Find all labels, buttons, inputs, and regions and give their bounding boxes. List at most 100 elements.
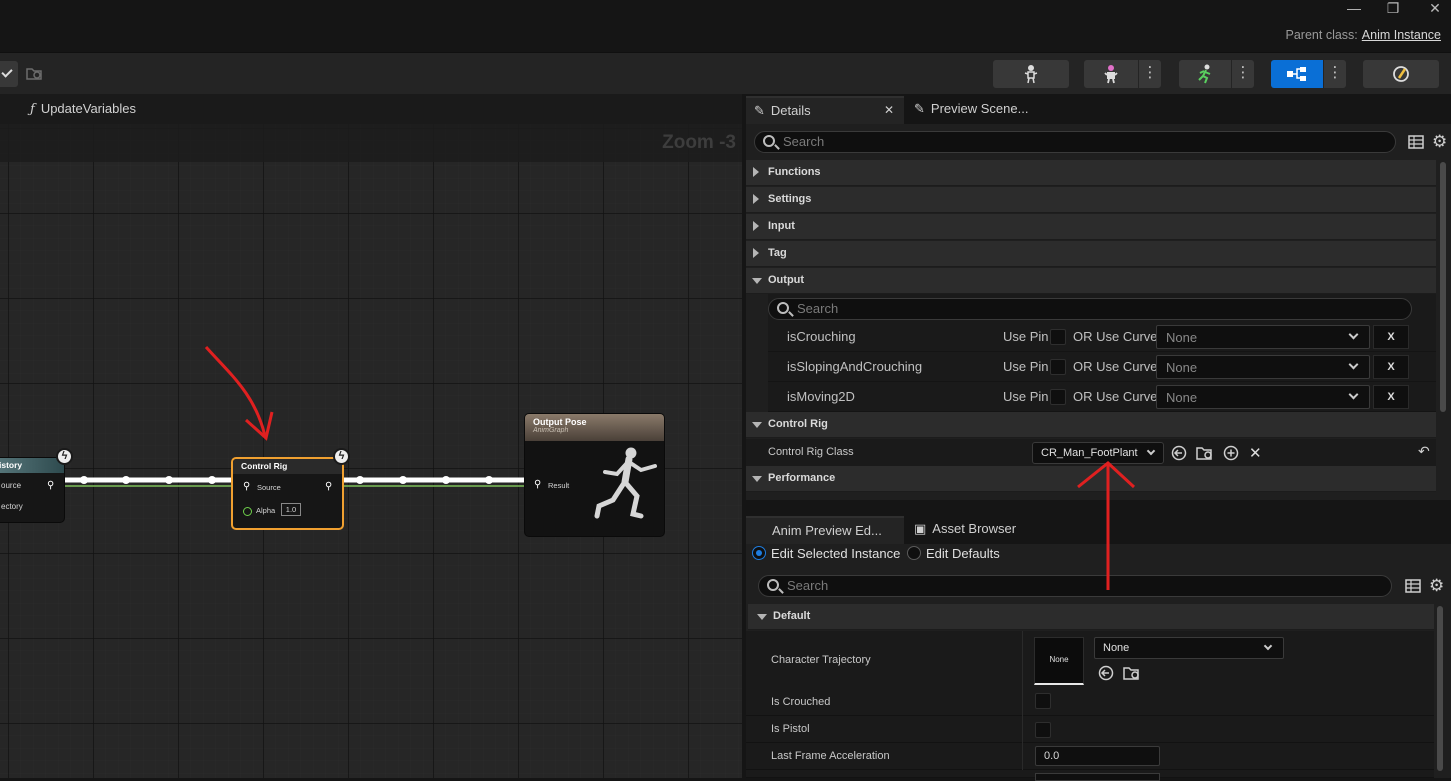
search-icon — [767, 579, 779, 591]
clear-curve-button[interactable]: X — [1373, 355, 1409, 379]
table-view-icon[interactable] — [1408, 134, 1424, 155]
edit-selected-instance-radio[interactable] — [752, 546, 766, 560]
category-output-label: Output — [768, 274, 805, 286]
preview-scrollbar[interactable] — [1437, 606, 1443, 771]
edit-selected-instance-label[interactable]: Edit Selected Instance — [771, 546, 900, 561]
tab-anim-preview[interactable]: Anim Preview Ed... — [746, 516, 904, 544]
parent-class-link[interactable]: Anim Instance — [1362, 28, 1441, 42]
category-functions[interactable]: Functions — [746, 160, 1436, 186]
close-tab-icon[interactable]: ✕ — [884, 103, 894, 117]
mesh-button[interactable] — [1084, 60, 1138, 88]
edit-defaults-label[interactable]: Edit Defaults — [926, 546, 1000, 561]
is-pistol-checkbox[interactable] — [1035, 722, 1051, 738]
source-pin-icon[interactable]: ⚲ — [243, 481, 250, 492]
use-pin-checkbox[interactable] — [1050, 389, 1066, 405]
details-scrollbar[interactable] — [1440, 162, 1446, 412]
last-frame-acceleration-input[interactable]: 0.0 — [1035, 746, 1160, 766]
asset-browser-icon: ▣ — [914, 521, 927, 536]
title-bar: — ❐ ✕ Parent class: Anim Instance — [0, 0, 1451, 52]
details-search-input[interactable]: Search — [754, 131, 1396, 153]
category-tag[interactable]: Tag — [746, 241, 1436, 267]
output-row-is-sloping-and-crouching: isSlopingAndCrouching Use Pin OR Use Cur… — [768, 352, 1436, 382]
reset-to-default-icon[interactable]: ↶ — [1418, 443, 1430, 460]
blueprint-more-button[interactable]: ⋮ — [1324, 60, 1346, 88]
output-pin-icon[interactable]: ⚲ — [325, 481, 332, 492]
character-trajectory-row: Character Trajectory None None — [746, 631, 1434, 696]
browse-folder-icon[interactable] — [26, 66, 42, 80]
tab-preview-scene[interactable]: ✎ Preview Scene... — [906, 96, 1056, 124]
minimize-button[interactable]: — — [1339, 0, 1369, 18]
partial-input[interactable] — [1035, 773, 1160, 781]
tab-asset-browser[interactable]: ▣ Asset Browser — [906, 516, 1056, 544]
use-pin-checkbox[interactable] — [1050, 359, 1066, 375]
pose-pin-icon[interactable]: ⚲ — [47, 480, 54, 491]
tab-asset-browser-label: Asset Browser — [932, 521, 1017, 536]
asset-thumbnail[interactable]: None — [1034, 637, 1084, 685]
chevron-down-icon — [1348, 389, 1359, 400]
is-crouched-checkbox[interactable] — [1035, 693, 1051, 709]
output-pose-result-label: Result — [548, 481, 570, 490]
is-crouched-label: Is Crouched — [771, 696, 831, 708]
category-output[interactable]: Output — [746, 268, 1436, 294]
curve-dropdown[interactable]: None — [1156, 355, 1370, 379]
blueprint-button[interactable] — [1271, 60, 1323, 88]
character-trajectory-dropdown[interactable]: None — [1094, 637, 1284, 659]
tab-details[interactable]: ✎ Details ✕ — [746, 96, 904, 124]
collapse-arrow-icon — [752, 278, 762, 284]
browse-asset-icon[interactable] — [1123, 665, 1141, 684]
running-man-icon — [1198, 64, 1211, 84]
chevron-down-icon — [1146, 446, 1156, 456]
result-pin-icon[interactable]: ⚲ — [534, 479, 541, 490]
dropdown-check-button[interactable] — [0, 61, 18, 87]
mesh-more-button[interactable]: ⋮ — [1139, 60, 1161, 88]
output-pose-node[interactable]: Output Pose AnimGraph ⚲ Result — [524, 413, 665, 537]
column-divider — [1022, 689, 1023, 716]
clear-curve-button[interactable]: X — [1373, 325, 1409, 349]
use-pin-checkbox[interactable] — [1050, 329, 1066, 345]
parent-class-label: Parent class: — [1285, 28, 1358, 42]
alpha-value-input[interactable]: 1.0 — [281, 503, 301, 516]
expand-arrow-icon — [753, 221, 759, 231]
category-input[interactable]: Input — [746, 214, 1436, 240]
control-rig-node[interactable]: Control Rig ⚲ Source ⚲ Alpha 1.0 — [231, 457, 344, 530]
category-settings[interactable]: Settings — [746, 187, 1436, 213]
output-search-placeholder: Search — [797, 301, 839, 316]
settings-gear-icon[interactable]: ⚙ — [1432, 132, 1447, 152]
output-row-is-crouching: isCrouching Use Pin OR Use Curve None X — [768, 322, 1436, 352]
or-use-curve-label: OR Use Curve — [1073, 389, 1158, 404]
parent-class: Parent class: Anim Instance — [1286, 28, 1441, 42]
edit-defaults-radio[interactable] — [907, 546, 921, 560]
restore-button[interactable]: ❐ — [1378, 0, 1408, 18]
category-default[interactable]: Default — [748, 604, 1434, 630]
add-icon[interactable] — [1223, 445, 1239, 466]
tab-preview-scene-label: Preview Scene... — [930, 101, 1029, 116]
clear-icon[interactable]: ✕ — [1249, 444, 1262, 462]
skeleton-button[interactable] — [993, 60, 1069, 88]
tab-update-variables[interactable]: ƒ UpdateVariables — [30, 101, 136, 117]
collapse-arrow-icon — [757, 614, 767, 620]
or-use-curve-label: OR Use Curve — [1073, 329, 1158, 344]
output-search-input[interactable]: Search — [768, 298, 1412, 320]
compile-settings-button[interactable] — [1363, 60, 1439, 88]
animation-more-button[interactable]: ⋮ — [1232, 60, 1254, 88]
close-button[interactable]: ✕ — [1420, 0, 1450, 18]
settings-gear-icon[interactable]: ⚙ — [1429, 576, 1444, 596]
table-view-icon[interactable] — [1405, 578, 1421, 599]
curve-dropdown[interactable]: None — [1156, 385, 1370, 409]
browse-asset-icon[interactable] — [1196, 445, 1214, 466]
use-selected-icon[interactable] — [1098, 665, 1114, 684]
tab-update-variables-label: UpdateVariables — [40, 101, 136, 116]
anim-graph-panel[interactable]: ƒ UpdateVariables Zoom -3 istory ource e… — [0, 94, 742, 778]
alpha-pin-icon[interactable] — [243, 507, 252, 516]
category-settings-label: Settings — [768, 193, 812, 205]
clear-curve-button[interactable]: X — [1373, 385, 1409, 409]
annotation-arrow-down — [204, 346, 274, 441]
category-control-rig[interactable]: Control Rig — [746, 412, 1436, 438]
history-node[interactable]: istory ource ectory ⚲ — [0, 457, 65, 523]
details-panel: ✎ Details ✕ ✎ Preview Scene... Search ⚙ Fu… — [746, 94, 1451, 500]
is-pistol-label: Is Pistol — [771, 723, 810, 735]
use-selected-icon[interactable] — [1171, 445, 1187, 466]
curve-dropdown[interactable]: None — [1156, 325, 1370, 349]
column-divider — [1022, 716, 1023, 743]
animation-button[interactable] — [1179, 60, 1231, 88]
